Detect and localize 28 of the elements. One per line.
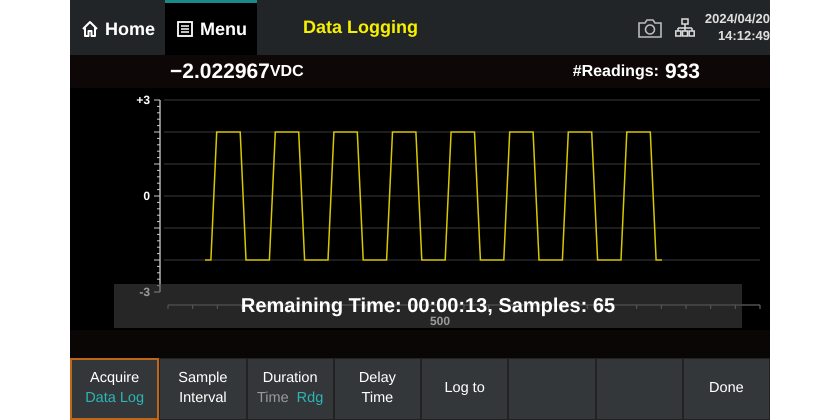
home-icon	[80, 19, 100, 39]
unit-label: VDC	[270, 62, 304, 82]
list-icon	[175, 19, 196, 39]
screen-title: Data Logging	[303, 16, 418, 39]
time-text: 14:12:49	[716, 28, 770, 44]
y-tick-label: -3	[139, 285, 150, 299]
softkey-option: Time	[256, 389, 289, 409]
softkey[interactable]: Done	[682, 358, 770, 420]
tab[interactable]: Home	[70, 0, 166, 55]
y-tick-label: +3	[136, 93, 150, 107]
softkey[interactable]: Duration Time Rdg	[246, 358, 334, 420]
reading-value: −2.022967	[170, 58, 270, 85]
softkey-option: Rdg	[296, 389, 324, 409]
network-icon	[674, 18, 695, 38]
readings-count: 933	[664, 58, 700, 85]
softkey[interactable]: Delay Time	[334, 358, 421, 420]
readings-label: #Readings:	[572, 62, 659, 82]
y-tick-label: 0	[143, 189, 150, 203]
date-text: 2024/04/20	[704, 11, 770, 28]
softkey[interactable]: Acquire Data Log	[70, 358, 160, 420]
softkey-option: Data Log	[85, 389, 144, 409]
softkey[interactable]: Sample Interval	[159, 358, 246, 420]
softkey[interactable]: Log to	[421, 358, 508, 420]
blank-softkey[interactable]	[596, 358, 683, 420]
x-tick-label: 500	[430, 314, 450, 328]
camera-icon[interactable]	[636, 16, 663, 38]
tab[interactable]: Menu	[165, 0, 258, 55]
blank-softkey[interactable]	[508, 358, 596, 420]
